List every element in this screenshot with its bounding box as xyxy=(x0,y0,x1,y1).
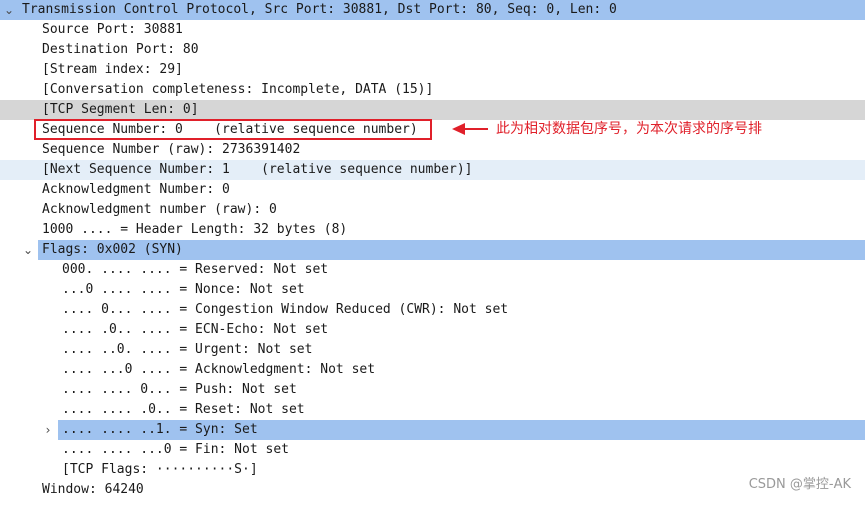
flag-row[interactable]: .... ..0. .... = Urgent: Not set xyxy=(0,340,865,360)
flag-row[interactable]: ...0 .... .... = Nonce: Not set xyxy=(0,280,865,300)
tree-row[interactable]: Acknowledgment number (raw): 0 xyxy=(0,200,865,220)
flags-header-row[interactable]: ⌄ Flags: 0x002 (SYN) xyxy=(0,240,865,260)
flag-row[interactable]: .... ...0 .... = Acknowledgment: Not set xyxy=(0,360,865,380)
chevron-down-icon[interactable]: ⌄ xyxy=(22,240,34,260)
annotation-arrow-icon xyxy=(452,123,488,135)
flag-row[interactable]: 000. .... .... = Reserved: Not set xyxy=(0,260,865,280)
flag-row-syn[interactable]: › .... .... ..1. = Syn: Set xyxy=(0,420,865,440)
packet-details-tree: ⌄ Transmission Control Protocol, Src Por… xyxy=(0,0,865,500)
tree-row[interactable]: Destination Port: 80 xyxy=(0,40,865,60)
tree-row-window[interactable]: Window: 64240 xyxy=(0,480,865,500)
tree-row[interactable]: [Conversation completeness: Incomplete, … xyxy=(0,80,865,100)
watermark: CSDN @掌控-AK xyxy=(748,477,851,492)
chevron-right-icon[interactable]: › xyxy=(42,420,54,440)
tree-row-segment-len[interactable]: [TCP Segment Len: 0] xyxy=(0,100,865,120)
tree-row[interactable]: Source Port: 30881 xyxy=(0,20,865,40)
flag-row[interactable]: .... .... 0... = Push: Not set xyxy=(0,380,865,400)
tcp-header-label: Transmission Control Protocol, Src Port:… xyxy=(22,2,617,17)
flags-header-label: Flags: 0x002 (SYN) xyxy=(42,242,183,257)
flag-row[interactable]: .... .... ...0 = Fin: Not set xyxy=(0,440,865,460)
flag-row[interactable]: .... .... .0.. = Reset: Not set xyxy=(0,400,865,420)
flag-row[interactable]: .... .0.. .... = ECN-Echo: Not set xyxy=(0,320,865,340)
tree-row[interactable]: 1000 .... = Header Length: 32 bytes (8) xyxy=(0,220,865,240)
tree-row-next-seq[interactable]: [Next Sequence Number: 1 (relative seque… xyxy=(0,160,865,180)
tcp-header-row[interactable]: ⌄ Transmission Control Protocol, Src Por… xyxy=(0,0,865,20)
tree-row[interactable]: Acknowledgment Number: 0 xyxy=(0,180,865,200)
tree-row[interactable]: [Stream index: 29] xyxy=(0,60,865,80)
annotation-box xyxy=(34,119,432,140)
chevron-down-icon[interactable]: ⌄ xyxy=(3,0,15,20)
flag-row[interactable]: .... 0... .... = Congestion Window Reduc… xyxy=(0,300,865,320)
tree-row[interactable]: Sequence Number (raw): 2736391402 xyxy=(0,140,865,160)
annotation-text: 此为相对数据包序号，为本次请求的序号排 xyxy=(496,121,762,137)
flag-row[interactable]: [TCP Flags: ··········S·] xyxy=(0,460,865,480)
